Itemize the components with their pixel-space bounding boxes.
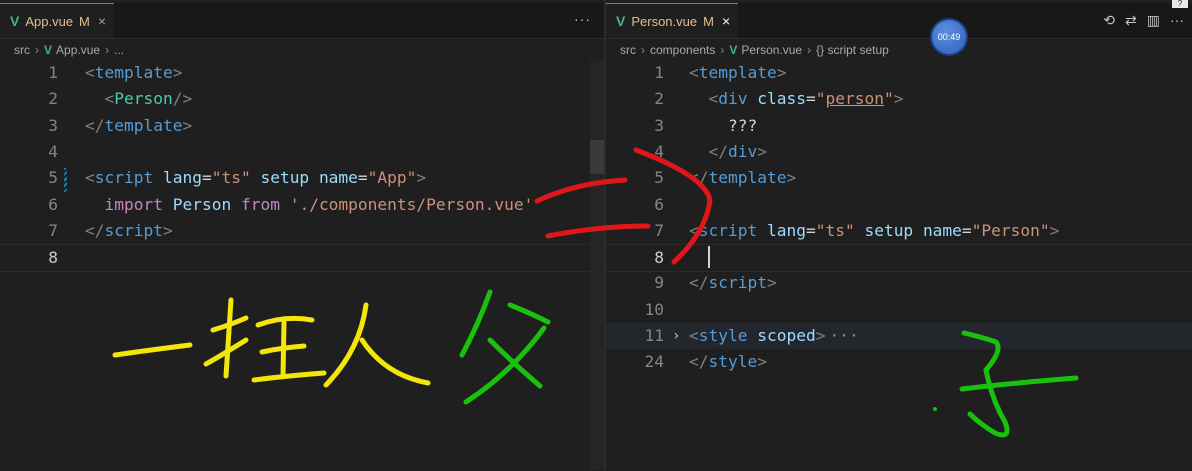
code-line[interactable]: 5 <script lang="ts" setup name="App"> bbox=[0, 165, 604, 191]
split-editor-icon[interactable]: ▥ bbox=[1147, 12, 1160, 29]
history-icon[interactable]: ⟲ bbox=[1103, 12, 1115, 29]
code-line[interactable]: 10 bbox=[606, 297, 1192, 323]
line-number: 8 bbox=[48, 248, 58, 268]
breadcrumb-item-symbol[interactable]: {} script setup bbox=[816, 43, 889, 57]
tab-person-vue[interactable]: V Person.vue M × bbox=[606, 3, 739, 38]
code-line[interactable]: 5 </template> bbox=[606, 165, 1192, 191]
code-line[interactable]: 6 import Person from './components/Perso… bbox=[0, 192, 604, 218]
code-line[interactable]: 2 <div class="person"> bbox=[606, 86, 1192, 112]
right-editor-pane: V Person.vue M × ⟲ ⇄ ▥ ··· src › compone… bbox=[606, 0, 1192, 471]
code-text: <template> bbox=[689, 63, 787, 82]
code-text: <Person/> bbox=[104, 89, 193, 109]
left-tab-bar: V App.vue M × ··· bbox=[0, 3, 604, 39]
breadcrumb: src › components › V Person.vue › {} scr… bbox=[606, 39, 1192, 61]
tab-filename: Person.vue bbox=[631, 13, 698, 29]
code-line[interactable]: 8 bbox=[0, 244, 604, 273]
compare-icon[interactable]: ⇄ bbox=[1125, 12, 1137, 29]
line-number: 10 bbox=[644, 299, 665, 319]
vue-file-icon: V bbox=[10, 13, 20, 29]
breadcrumb-item-src[interactable]: src bbox=[620, 43, 636, 57]
code-text: import Person from './components/Person.… bbox=[104, 194, 534, 214]
line-number: 4 bbox=[654, 141, 664, 161]
code-line[interactable]: 11 › <style scoped> ··· bbox=[606, 323, 1192, 349]
line-number: 7 bbox=[654, 220, 664, 240]
vue-file-icon: V bbox=[616, 13, 626, 29]
chevron-right-icon: › bbox=[35, 43, 39, 57]
chevron-right-icon: › bbox=[641, 43, 645, 57]
line-number: 3 bbox=[48, 115, 58, 135]
line-number: 7 bbox=[48, 220, 58, 240]
scrollbar-thumb[interactable] bbox=[590, 140, 604, 174]
line-number: 4 bbox=[48, 141, 58, 161]
code-text: </template> bbox=[689, 168, 797, 188]
code-line[interactable]: 2 <Person/> bbox=[0, 86, 604, 112]
code-text: <script lang="ts" setup name="App"> bbox=[85, 168, 427, 188]
code-line[interactable]: 3 </template> bbox=[0, 113, 604, 139]
vue-file-icon: V bbox=[44, 43, 53, 57]
chevron-right-icon: › bbox=[720, 43, 725, 57]
modified-badge: M bbox=[703, 13, 714, 29]
code-line[interactable]: 24 </style> bbox=[606, 349, 1192, 375]
line-number: 6 bbox=[48, 194, 58, 214]
more-actions-icon[interactable]: ··· bbox=[1170, 12, 1184, 29]
code-text: <template> bbox=[85, 63, 183, 82]
line-number: 9 bbox=[654, 273, 664, 293]
editor-actions: ⟲ ⇄ ▥ ··· bbox=[1103, 12, 1184, 29]
breadcrumb-item-symbol[interactable]: ... bbox=[114, 43, 124, 57]
line-number: 1 bbox=[48, 63, 58, 82]
modified-badge: M bbox=[79, 13, 90, 29]
chevron-right-icon: › bbox=[105, 43, 110, 57]
text-cursor bbox=[708, 246, 710, 269]
tab-filename: App.vue bbox=[25, 13, 74, 29]
line-number: 6 bbox=[654, 194, 664, 214]
more-actions-icon[interactable]: ··· bbox=[574, 11, 591, 27]
code-line[interactable]: 7 <script lang="ts" setup name="Person"> bbox=[606, 218, 1192, 244]
code-line[interactable]: 4 </div> bbox=[606, 139, 1192, 165]
code-line[interactable]: 6 bbox=[606, 192, 1192, 218]
line-number: 11 bbox=[644, 326, 665, 345]
code-text: </div> bbox=[708, 141, 768, 161]
breadcrumb-item-components[interactable]: components bbox=[650, 43, 715, 57]
breadcrumb-item-file[interactable]: Person.vue bbox=[741, 43, 802, 57]
tab-app-vue[interactable]: V App.vue M × bbox=[0, 3, 115, 38]
right-tab-bar: V Person.vue M × ⟲ ⇄ ▥ ··· bbox=[606, 3, 1192, 39]
breadcrumb-item-src[interactable]: src bbox=[14, 43, 30, 57]
code-line[interactable]: 7 </script> bbox=[0, 218, 604, 244]
line-number: 5 bbox=[48, 168, 58, 188]
close-icon[interactable]: × bbox=[722, 13, 730, 29]
breadcrumb: src › V App.vue › ... bbox=[0, 39, 604, 61]
code-line[interactable]: 9 </script> bbox=[606, 270, 1192, 296]
line-number: 24 bbox=[644, 352, 665, 372]
line-number: 5 bbox=[654, 168, 664, 188]
vue-file-icon: V bbox=[729, 43, 738, 57]
code-text: <style scoped> ··· bbox=[689, 326, 859, 345]
code-text: </style> bbox=[689, 352, 767, 372]
recording-timer: 00:49 bbox=[930, 18, 968, 56]
line-number: 8 bbox=[654, 248, 664, 268]
folded-ellipsis[interactable]: ··· bbox=[829, 326, 858, 345]
left-editor-pane: V App.vue M × ··· src › V App.vue › ... … bbox=[0, 0, 604, 471]
code-line[interactable]: 4 bbox=[0, 139, 604, 165]
git-modified-marker bbox=[64, 168, 67, 192]
code-line[interactable]: 1 <template> bbox=[606, 60, 1192, 86]
code-text: </template> bbox=[85, 115, 193, 135]
scrollbar[interactable] bbox=[590, 60, 604, 470]
line-number: 2 bbox=[654, 89, 664, 109]
help-icon[interactable]: ? bbox=[1172, 0, 1188, 8]
line-number: 3 bbox=[654, 115, 664, 135]
code-text: <script lang="ts" setup name="Person"> bbox=[689, 220, 1060, 240]
breadcrumb-item-file[interactable]: App.vue bbox=[56, 43, 100, 57]
fold-chevron-icon[interactable]: › bbox=[672, 323, 680, 349]
code-text: </script> bbox=[689, 273, 777, 293]
code-text: ??? bbox=[689, 115, 758, 135]
chevron-right-icon: › bbox=[807, 43, 812, 57]
code-text: </script> bbox=[85, 220, 173, 240]
close-icon[interactable]: × bbox=[98, 13, 106, 29]
code-text: <div class="person"> bbox=[708, 89, 904, 109]
line-number: 2 bbox=[48, 89, 58, 109]
code-line[interactable]: 8 bbox=[606, 244, 1192, 273]
code-line[interactable]: 1 <template> bbox=[0, 60, 604, 86]
code-line[interactable]: 3 ??? bbox=[606, 113, 1192, 139]
line-number: 1 bbox=[654, 63, 664, 82]
